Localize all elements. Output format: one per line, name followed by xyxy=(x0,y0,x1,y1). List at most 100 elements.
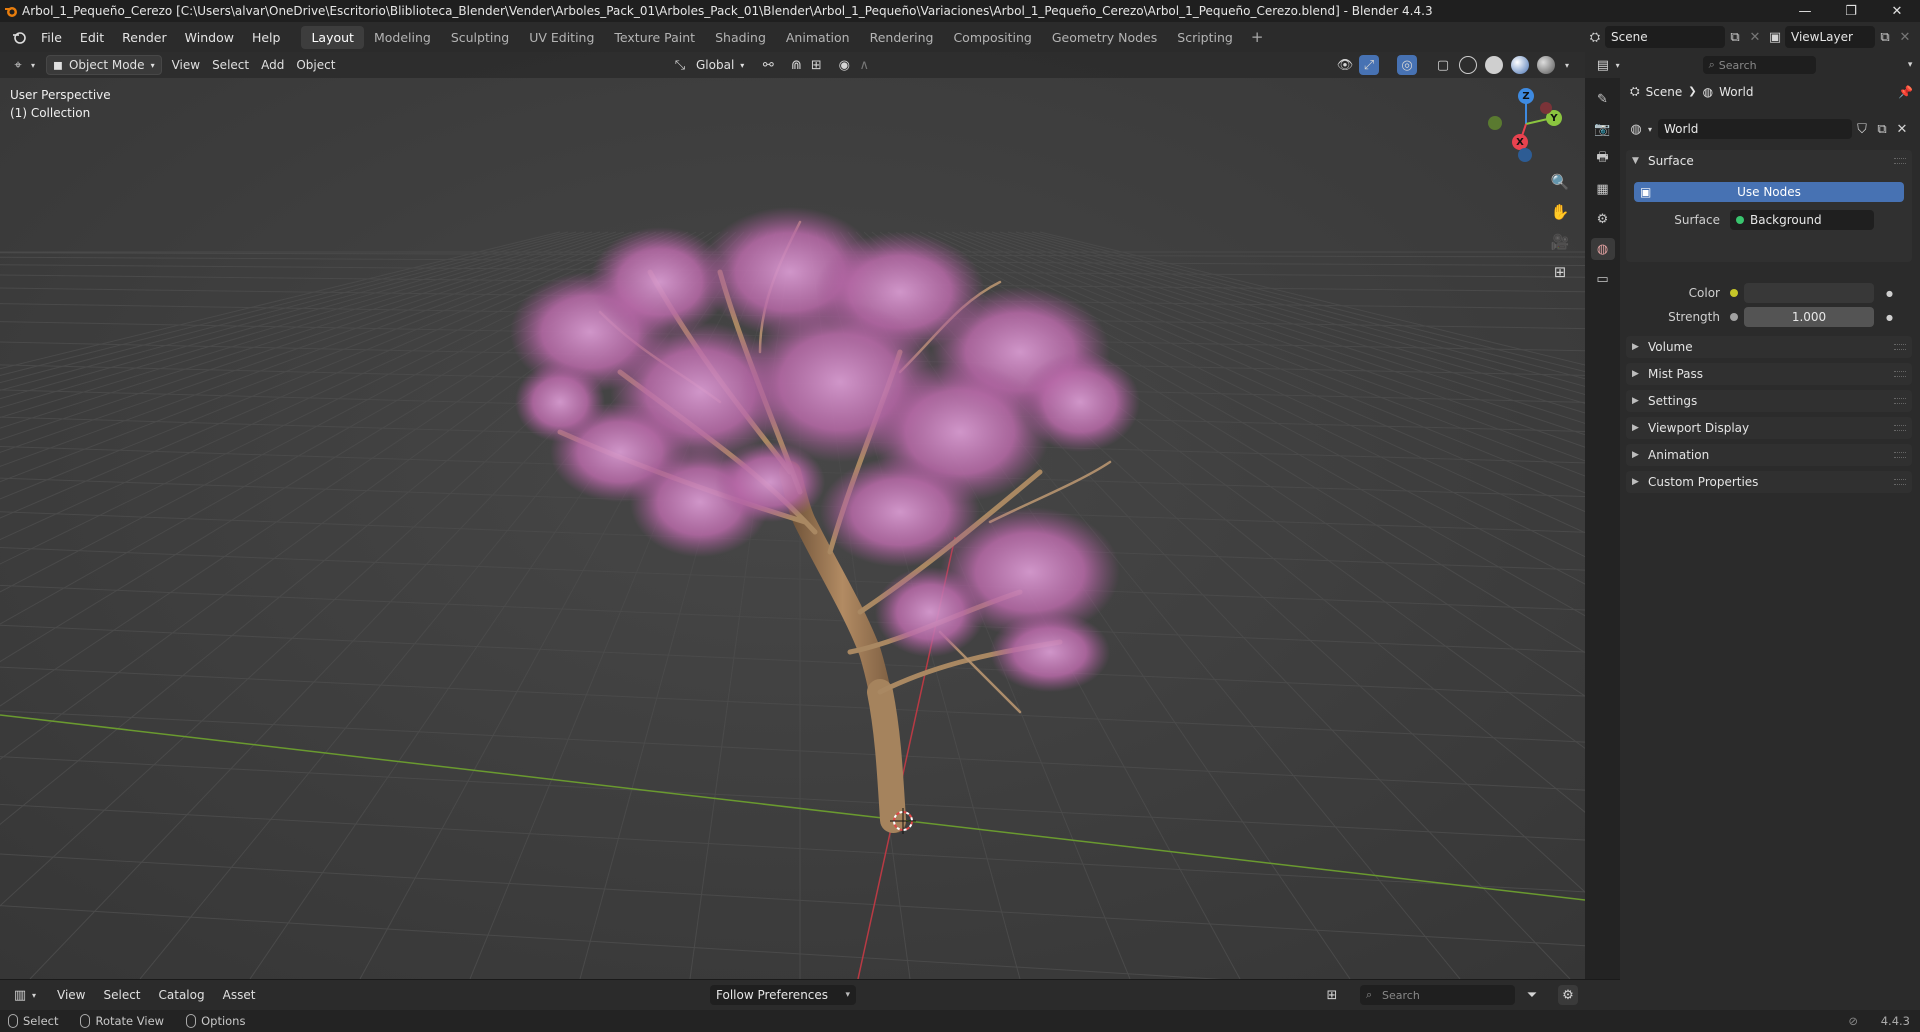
blender-menu-icon[interactable] xyxy=(6,30,32,44)
mist-pass-panel[interactable]: ▶ Mist Pass xyxy=(1626,363,1912,385)
asset-library-dropdown[interactable]: Follow Preferences ▾ xyxy=(710,985,856,1005)
viewport-menu-select[interactable]: Select xyxy=(206,55,255,75)
collection-tab-icon[interactable]: ▭ xyxy=(1591,268,1615,290)
tab-rendering[interactable]: Rendering xyxy=(860,26,944,49)
maximize-button[interactable]: ❐ xyxy=(1828,0,1874,22)
tab-uv-editing[interactable]: UV Editing xyxy=(519,26,604,49)
object-mode-dropdown[interactable]: ◼ Object Mode ▾ xyxy=(46,55,162,75)
settings-panel[interactable]: ▶ Settings xyxy=(1626,390,1912,412)
surface-shader-field[interactable]: Background xyxy=(1730,210,1874,230)
wireframe-shading-icon[interactable] xyxy=(1459,56,1477,74)
menu-window[interactable]: Window xyxy=(176,30,243,45)
world-browse-icon[interactable]: ◍ xyxy=(1626,119,1646,139)
menu-file[interactable]: File xyxy=(32,30,71,45)
gizmo-neg-x-axis[interactable] xyxy=(1540,102,1552,114)
panel-drag-grip[interactable] xyxy=(1894,479,1906,485)
properties-options-icon[interactable]: ▾ xyxy=(1900,55,1920,75)
delete-view-layer-icon[interactable]: ✕ xyxy=(1895,27,1915,47)
add-workspace-button[interactable]: + xyxy=(1243,28,1272,46)
xray-toggle-icon[interactable]: ▢ xyxy=(1433,55,1453,75)
panel-drag-grip[interactable] xyxy=(1894,398,1906,404)
overlays-toggle-icon[interactable]: ◎ xyxy=(1397,55,1417,75)
viewport-menu-view[interactable]: View xyxy=(166,55,206,75)
panel-drag-grip[interactable] xyxy=(1894,344,1906,350)
asset-editor-type-icon[interactable]: ▥ xyxy=(10,985,30,1005)
use-nodes-button[interactable]: ▣ Use Nodes xyxy=(1634,182,1904,202)
tab-sculpting[interactable]: Sculpting xyxy=(441,26,519,49)
3d-viewport[interactable]: ⌖ ▾ ◼ Object Mode ▾ View Select Add Obje… xyxy=(0,52,1585,979)
strength-input[interactable]: 1.000 xyxy=(1744,307,1874,327)
tab-scripting[interactable]: Scripting xyxy=(1167,26,1243,49)
tab-compositing[interactable]: Compositing xyxy=(943,26,1041,49)
shading-options-icon[interactable]: ▾ xyxy=(1561,55,1573,75)
solid-shading-icon[interactable] xyxy=(1485,56,1503,74)
panel-drag-grip[interactable] xyxy=(1894,158,1906,164)
menu-help[interactable]: Help xyxy=(243,30,290,45)
display-mode-icon[interactable]: ⊞ xyxy=(1322,985,1342,1005)
gizmo-z-axis[interactable]: Z xyxy=(1518,88,1534,104)
scene-field[interactable]: Scene xyxy=(1605,26,1725,48)
fake-user-shield-icon[interactable]: ⛉ xyxy=(1852,119,1872,139)
keyframe-dot-icon[interactable]: ● xyxy=(1886,289,1893,298)
keyframe-dot-icon[interactable]: ● xyxy=(1886,313,1893,322)
gizmo-neg-z-axis[interactable] xyxy=(1518,148,1532,162)
render-tab-icon[interactable]: 📷 xyxy=(1591,118,1615,140)
rendered-shading-icon[interactable] xyxy=(1537,56,1555,74)
tab-geometry-nodes[interactable]: Geometry Nodes xyxy=(1042,26,1167,49)
volume-panel[interactable]: ▶ Volume xyxy=(1626,336,1912,358)
chevron-down-icon[interactable]: ▾ xyxy=(30,985,38,1005)
asset-menu-view[interactable]: View xyxy=(48,988,94,1002)
view-layer-tab-icon[interactable]: ▦ xyxy=(1591,178,1615,200)
pivot-point-icon[interactable]: ⚯ xyxy=(758,55,778,75)
surface-panel-header[interactable]: ▼ Surface xyxy=(1626,150,1912,172)
editor-type-dropdown-icon[interactable]: ▾ xyxy=(28,55,38,75)
tab-layout[interactable]: Layout xyxy=(301,25,364,49)
unlink-world-icon[interactable]: ✕ xyxy=(1892,119,1912,139)
minimize-button[interactable]: — xyxy=(1782,0,1828,22)
tab-texture-paint[interactable]: Texture Paint xyxy=(604,26,705,49)
properties-editor-type-icon[interactable]: ▤ xyxy=(1593,55,1613,75)
delete-scene-icon[interactable]: ✕ xyxy=(1745,27,1765,47)
close-window-button[interactable]: ✕ xyxy=(1874,0,1920,22)
world-name-field[interactable]: World xyxy=(1658,119,1852,139)
view-layer-field[interactable]: ViewLayer xyxy=(1785,26,1875,48)
snap-icon[interactable]: ⋒ xyxy=(786,55,806,75)
viewport-menu-add[interactable]: Add xyxy=(255,55,290,75)
proportional-edit-icon[interactable]: ◉ xyxy=(834,55,854,75)
gizmo-neg-y-axis[interactable] xyxy=(1488,116,1502,130)
editor-type-icon[interactable]: ⌖ xyxy=(8,55,28,75)
asset-menu-asset[interactable]: Asset xyxy=(214,988,265,1002)
snap-target-icon[interactable]: ⊞ xyxy=(806,55,826,75)
tab-modeling[interactable]: Modeling xyxy=(364,26,441,49)
orientation-dropdown[interactable]: Global ▾ xyxy=(690,55,750,75)
chevron-down-icon[interactable]: ▾ xyxy=(1646,119,1654,139)
view-layer-icon[interactable]: ▣ xyxy=(1765,27,1785,47)
scene-tab-icon[interactable]: ⚙ xyxy=(1591,208,1615,230)
panel-drag-grip[interactable] xyxy=(1894,452,1906,458)
scene-icon[interactable]: ⛭ xyxy=(1585,27,1605,47)
camera-view-icon[interactable]: 🎥 xyxy=(1547,230,1573,254)
gizmo-toggle-icon[interactable]: ⤢ xyxy=(1359,55,1379,75)
panel-drag-grip[interactable] xyxy=(1894,371,1906,377)
new-world-icon[interactable]: ⧉ xyxy=(1872,119,1892,139)
zoom-icon[interactable]: 🔍 xyxy=(1547,170,1573,194)
chevron-down-icon[interactable]: ▾ xyxy=(1613,55,1623,75)
panel-drag-grip[interactable] xyxy=(1894,425,1906,431)
falloff-icon[interactable]: ∧ xyxy=(854,55,874,75)
visibility-icon[interactable]: 👁 xyxy=(1335,55,1355,75)
new-scene-icon[interactable]: ⧉ xyxy=(1725,27,1745,47)
menu-render[interactable]: Render xyxy=(113,30,176,45)
viewport-menu-object[interactable]: Object xyxy=(290,55,341,75)
output-tab-icon[interactable]: 🖶 xyxy=(1591,148,1615,170)
tab-shading[interactable]: Shading xyxy=(705,26,776,49)
world-color-swatch[interactable] xyxy=(1744,283,1874,303)
tab-animation[interactable]: Animation xyxy=(776,26,860,49)
perspective-toggle-icon[interactable]: ⊞ xyxy=(1547,260,1573,284)
animation-panel[interactable]: ▶ Animation xyxy=(1626,444,1912,466)
material-preview-icon[interactable] xyxy=(1511,56,1529,74)
custom-properties-panel[interactable]: ▶ Custom Properties xyxy=(1626,471,1912,493)
asset-menu-select[interactable]: Select xyxy=(94,988,149,1002)
pan-hand-icon[interactable]: ✋ xyxy=(1547,200,1573,224)
new-view-layer-icon[interactable]: ⧉ xyxy=(1875,27,1895,47)
world-tab-icon[interactable]: ◍ xyxy=(1590,238,1615,260)
